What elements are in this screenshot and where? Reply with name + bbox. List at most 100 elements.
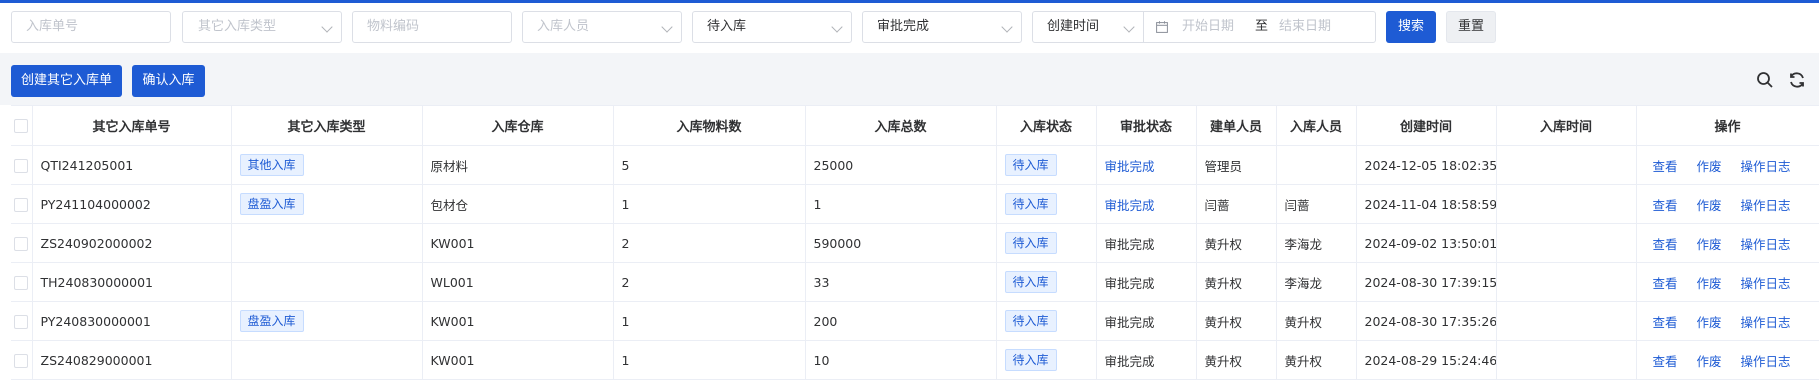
row-checkbox[interactable] xyxy=(11,223,33,263)
col-status: 入库状态 xyxy=(996,105,1097,146)
table-row: ZS240902000002 KW001 2 590000 待入库 审批完成 黄升权 李海龙 2… xyxy=(11,223,1819,263)
chevron-down-icon xyxy=(1123,21,1135,33)
order-no-cell: PY241104000002 xyxy=(32,184,232,224)
view-link[interactable]: 查看 xyxy=(1653,354,1678,369)
material-code-placeholder: 物料编码 xyxy=(367,19,420,34)
actions-cell: 查看 作废 操作日志 xyxy=(1636,340,1819,380)
checkbox-icon[interactable] xyxy=(14,158,29,173)
checkbox-icon[interactable] xyxy=(14,118,29,133)
material-count-cell: 2 xyxy=(613,223,806,263)
inbound-time-cell xyxy=(1496,340,1637,380)
approval-cell: 审批完成 xyxy=(1096,301,1197,341)
col-material-count: 入库物料数 xyxy=(613,105,806,146)
void-link[interactable]: 作废 xyxy=(1697,315,1722,330)
action-toolbar: 创建其它入库单 确认入库 xyxy=(0,53,1819,105)
void-link[interactable]: 作废 xyxy=(1697,198,1722,213)
row-checkbox[interactable] xyxy=(11,301,33,341)
created-time-cell: 2024-12-05 18:02:35 xyxy=(1356,145,1497,185)
checkbox-icon[interactable] xyxy=(14,353,29,368)
operation-log-link[interactable]: 操作日志 xyxy=(1741,159,1791,174)
create-other-inbound-button[interactable]: 创建其它入库单 xyxy=(11,65,122,97)
reset-button[interactable]: 重置 xyxy=(1446,11,1496,43)
date-range-picker[interactable]: 开始日期 至 结束日期 xyxy=(1143,11,1376,43)
void-link[interactable]: 作废 xyxy=(1697,159,1722,174)
table-row: PY240830000001 盘盈入库 KW001 1 200 待入库 审批完成 黄升权 黄升权… xyxy=(11,301,1819,341)
view-link[interactable]: 查看 xyxy=(1653,315,1678,330)
total-cell: 1 xyxy=(805,184,997,224)
operation-log-link[interactable]: 操作日志 xyxy=(1741,315,1791,330)
search-icon[interactable] xyxy=(1756,71,1774,89)
order-no-placeholder: 入库单号 xyxy=(26,19,79,34)
operator-cell: 黄升权 xyxy=(1276,340,1357,380)
creator-cell: 黄升权 xyxy=(1196,301,1277,341)
status-cell: 待入库 xyxy=(996,184,1097,224)
checkbox-icon[interactable] xyxy=(14,314,29,329)
date-filter: 创建时间 开始日期 至 结束日期 xyxy=(1032,11,1376,43)
warehouse-cell: KW001 xyxy=(422,223,614,263)
void-link[interactable]: 作废 xyxy=(1697,354,1722,369)
view-link[interactable]: 查看 xyxy=(1653,198,1678,213)
order-no-cell: TH240830000001 xyxy=(32,262,232,302)
chevron-down-icon xyxy=(661,21,673,33)
col-actions: 操作 xyxy=(1636,105,1819,146)
chevron-down-icon xyxy=(1001,21,1013,33)
date-field-select[interactable]: 创建时间 xyxy=(1032,11,1144,43)
approval-link[interactable]: 审批完成 xyxy=(1105,159,1155,174)
table-header-row: 其它入库单号 其它入库类型 入库仓库 入库物料数 入库总数 入库状态 审批状态 … xyxy=(11,105,1819,146)
actions-cell: 查看 作废 操作日志 xyxy=(1636,184,1819,224)
date-field-value: 创建时间 xyxy=(1047,19,1100,34)
row-checkbox[interactable] xyxy=(11,184,33,224)
type-cell: 盘盈入库 xyxy=(231,301,423,341)
select-all-checkbox[interactable] xyxy=(11,105,33,146)
view-link[interactable]: 查看 xyxy=(1653,159,1678,174)
material-count-cell: 1 xyxy=(613,340,806,380)
operation-log-link[interactable]: 操作日志 xyxy=(1741,237,1791,252)
operation-log-link[interactable]: 操作日志 xyxy=(1741,354,1791,369)
row-checkbox[interactable] xyxy=(11,340,33,380)
other-type-select[interactable]: 其它入库类型 xyxy=(182,11,342,43)
material-count-cell: 5 xyxy=(613,145,806,185)
void-link[interactable]: 作废 xyxy=(1697,276,1722,291)
status-cell: 待入库 xyxy=(996,262,1097,302)
operation-log-link[interactable]: 操作日志 xyxy=(1741,198,1791,213)
operator-select[interactable]: 入库人员 xyxy=(522,11,682,43)
start-date-placeholder[interactable]: 开始日期 xyxy=(1182,12,1234,42)
order-no-input[interactable]: 入库单号 xyxy=(11,11,171,43)
calendar-icon xyxy=(1156,21,1168,33)
operation-log-link[interactable]: 操作日志 xyxy=(1741,276,1791,291)
approval-link[interactable]: 审批完成 xyxy=(1105,198,1155,213)
warehouse-cell: KW001 xyxy=(422,301,614,341)
material-code-input[interactable]: 物料编码 xyxy=(352,11,512,43)
range-separator: 至 xyxy=(1255,19,1269,34)
approval-select[interactable]: 审批完成 xyxy=(862,11,1022,43)
col-operator: 入库人员 xyxy=(1276,105,1357,146)
refresh-icon[interactable] xyxy=(1788,71,1806,89)
type-cell: 盘盈入库 xyxy=(231,184,423,224)
approval-cell: 审批完成 xyxy=(1096,145,1197,185)
end-date-placeholder[interactable]: 结束日期 xyxy=(1279,12,1331,42)
row-checkbox[interactable] xyxy=(11,262,33,302)
void-link[interactable]: 作废 xyxy=(1697,237,1722,252)
approval-cell: 审批完成 xyxy=(1096,223,1197,263)
material-count-cell: 2 xyxy=(613,262,806,302)
other-type-placeholder: 其它入库类型 xyxy=(198,19,277,34)
view-link[interactable]: 查看 xyxy=(1653,237,1678,252)
checkbox-icon[interactable] xyxy=(14,275,29,290)
order-no-cell: ZS240829000001 xyxy=(32,340,232,380)
col-creator: 建单人员 xyxy=(1196,105,1277,146)
checkbox-icon[interactable] xyxy=(14,236,29,251)
type-cell xyxy=(231,340,423,380)
row-checkbox[interactable] xyxy=(11,145,33,185)
view-link[interactable]: 查看 xyxy=(1653,276,1678,291)
col-approval: 审批状态 xyxy=(1096,105,1197,146)
checkbox-icon[interactable] xyxy=(14,197,29,212)
confirm-inbound-button[interactable]: 确认入库 xyxy=(132,65,205,97)
total-cell: 10 xyxy=(805,340,997,380)
operator-placeholder: 入库人员 xyxy=(537,19,590,34)
status-select[interactable]: 待入库 xyxy=(692,11,852,43)
search-button[interactable]: 搜索 xyxy=(1386,11,1436,43)
creator-cell: 黄升权 xyxy=(1196,262,1277,302)
type-tag: 盘盈入库 xyxy=(239,193,304,215)
order-no-cell: ZS240902000002 xyxy=(32,223,232,263)
creator-cell: 闫蔷 xyxy=(1196,184,1277,224)
